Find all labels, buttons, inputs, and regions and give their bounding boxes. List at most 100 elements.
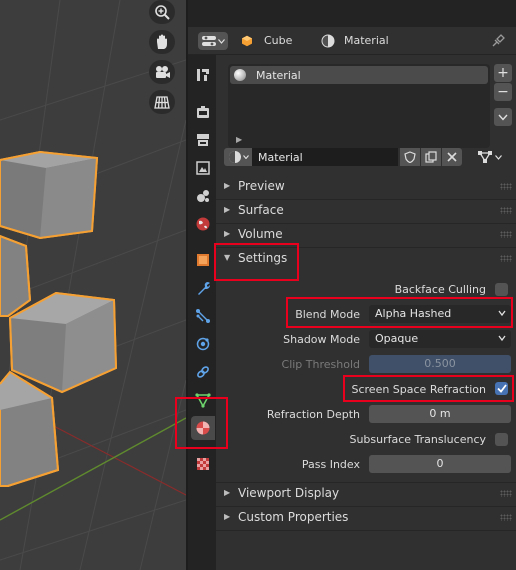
3d-viewport[interactable] bbox=[0, 0, 186, 570]
slot-specials-button[interactable] bbox=[494, 108, 512, 126]
drag-grip-icon[interactable] bbox=[500, 183, 512, 190]
material-breadcrumb-icon bbox=[321, 34, 335, 48]
panel-volume-label: Volume bbox=[238, 227, 283, 241]
expand-arrow-icon: ▶ bbox=[224, 205, 231, 214]
drag-grip-icon[interactable] bbox=[500, 207, 512, 214]
blender-window: Cube Material Material ▶ + − Material ▶ … bbox=[0, 0, 516, 570]
material-properties: Material ▶ + − Material ▶ Preview ▶ Surf… bbox=[216, 55, 516, 570]
shadow-mode-label: Shadow Mode bbox=[283, 333, 360, 346]
panel-custom-properties[interactable]: ▶ Custom Properties bbox=[216, 506, 516, 530]
remove-slot-button[interactable]: − bbox=[494, 83, 512, 101]
material-slot-row[interactable]: Material bbox=[230, 66, 488, 84]
object-icon[interactable] bbox=[191, 248, 215, 272]
drag-grip-icon[interactable] bbox=[500, 255, 512, 262]
cube-2 bbox=[0, 234, 32, 317]
property-tabs bbox=[188, 55, 216, 570]
subsurface-translucency-checkbox[interactable] bbox=[495, 433, 508, 446]
chevron-down-icon bbox=[498, 114, 508, 121]
editor-type-button[interactable] bbox=[198, 32, 228, 50]
blend-mode-label: Blend Mode bbox=[295, 308, 360, 321]
top-bar bbox=[188, 0, 516, 27]
modifier-icon[interactable] bbox=[191, 276, 215, 300]
unlink-material-button[interactable] bbox=[442, 148, 462, 166]
chevron-down-icon bbox=[217, 38, 225, 44]
duplicate-icon bbox=[425, 151, 437, 163]
grid-ortho-icon[interactable] bbox=[149, 90, 175, 114]
breadcrumb-material: Material bbox=[344, 34, 389, 47]
panel-volume[interactable]: ▶ Volume bbox=[216, 223, 516, 247]
material-icon[interactable] bbox=[191, 416, 215, 440]
screen-space-refraction-checkbox[interactable] bbox=[495, 382, 508, 395]
expand-arrow-icon: ▶ bbox=[224, 488, 231, 497]
backface-culling-label: Backface Culling bbox=[394, 283, 486, 296]
chevron-down-icon bbox=[242, 155, 249, 159]
drag-grip-icon[interactable] bbox=[500, 514, 512, 521]
shadow-mode-dropdown[interactable]: Opaque bbox=[369, 330, 511, 348]
browse-material-button[interactable] bbox=[224, 148, 252, 166]
panel-viewport-display[interactable]: ▶ Viewport Display bbox=[216, 482, 516, 506]
panel-settings[interactable]: ▼ Settings bbox=[216, 247, 516, 271]
expand-arrow-icon: ▶ bbox=[224, 512, 231, 521]
drag-grip-icon[interactable] bbox=[500, 231, 512, 238]
scene-icon[interactable] bbox=[191, 184, 215, 208]
material-slot-label: Material bbox=[256, 69, 301, 82]
clip-threshold-label: Clip Threshold bbox=[281, 358, 360, 371]
collapse-arrow-icon: ▼ bbox=[224, 253, 231, 262]
pass-index-label: Pass Index bbox=[301, 458, 360, 471]
data-icon[interactable] bbox=[191, 388, 215, 412]
node-tree-icon bbox=[477, 151, 492, 163]
tool-icon[interactable] bbox=[191, 63, 215, 87]
zoom-icon[interactable] bbox=[149, 0, 175, 24]
drag-grip-icon[interactable] bbox=[500, 490, 512, 497]
chevron-down-icon bbox=[498, 335, 506, 342]
blend-mode-dropdown[interactable]: Alpha Hashed bbox=[369, 305, 511, 323]
blend-mode-value: Alpha Hashed bbox=[375, 307, 452, 320]
particles-icon[interactable] bbox=[191, 304, 215, 328]
material-preview-icon bbox=[234, 69, 246, 81]
pin-icon[interactable] bbox=[492, 33, 506, 47]
fake-user-button[interactable] bbox=[400, 148, 420, 166]
checkmark-icon bbox=[496, 384, 507, 393]
hand-pan-icon[interactable] bbox=[149, 30, 175, 54]
clip-threshold-field[interactable]: 0.500 bbox=[369, 355, 511, 373]
screen-space-refraction-label: Screen Space Refraction bbox=[351, 383, 486, 396]
pass-index-field[interactable]: 0 bbox=[369, 455, 511, 473]
physics-icon[interactable] bbox=[191, 332, 215, 356]
render-icon[interactable] bbox=[191, 100, 215, 124]
add-slot-button[interactable]: + bbox=[494, 64, 512, 82]
panel-viewport-display-label: Viewport Display bbox=[238, 486, 340, 500]
expand-arrow-icon: ▶ bbox=[224, 181, 231, 190]
panel-preview[interactable]: ▶ Preview bbox=[216, 175, 516, 199]
backface-culling-checkbox[interactable] bbox=[495, 283, 508, 296]
output-icon[interactable] bbox=[191, 128, 215, 152]
refraction-depth-field[interactable]: 0 m bbox=[369, 405, 511, 423]
properties-editor-icon bbox=[201, 36, 216, 46]
material-slot-list[interactable]: Material ▶ bbox=[228, 64, 490, 148]
breadcrumb-object: Cube bbox=[264, 34, 293, 47]
material-name-field[interactable]: Material bbox=[252, 148, 398, 166]
world-icon[interactable] bbox=[191, 212, 215, 236]
subsurface-translucency-label: Subsurface Translucency bbox=[349, 433, 486, 446]
camera-icon[interactable] bbox=[149, 60, 175, 84]
duplicate-material-button[interactable] bbox=[421, 148, 441, 166]
chevron-down-icon bbox=[498, 310, 506, 317]
cube-1 bbox=[0, 150, 99, 240]
shadow-mode-value: Opaque bbox=[375, 332, 419, 345]
material-sphere-icon bbox=[228, 151, 241, 163]
chevron-down-icon bbox=[494, 154, 502, 160]
shield-icon bbox=[404, 151, 416, 163]
cube-4 bbox=[0, 370, 60, 487]
texture-icon[interactable] bbox=[191, 452, 215, 476]
constraints-icon[interactable] bbox=[191, 360, 215, 384]
view-layer-icon[interactable] bbox=[191, 156, 215, 180]
properties-editor: Cube Material Material ▶ + − Material ▶ … bbox=[188, 0, 516, 570]
expand-arrow-icon: ▶ bbox=[224, 229, 231, 238]
viewport-scene bbox=[0, 0, 186, 570]
node-tree-button[interactable] bbox=[472, 148, 506, 166]
list-expand-icon[interactable]: ▶ bbox=[236, 135, 242, 144]
panel-surface-label: Surface bbox=[238, 203, 284, 217]
properties-header: Cube Material bbox=[188, 27, 516, 55]
panel-settings-label: Settings bbox=[238, 251, 288, 265]
refraction-depth-label: Refraction Depth bbox=[266, 408, 360, 421]
panel-surface[interactable]: ▶ Surface bbox=[216, 199, 516, 223]
